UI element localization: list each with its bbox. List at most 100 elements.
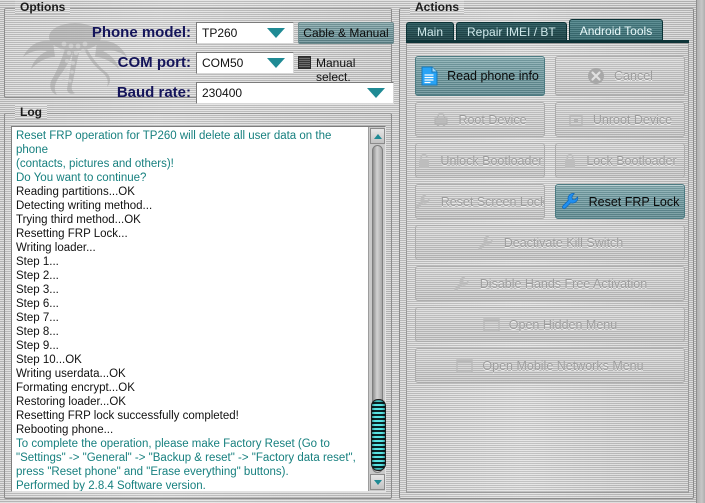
window-icon xyxy=(483,317,500,332)
reset-screen-lock-button: Reset Screen Lock xyxy=(415,184,545,219)
wrench-icon xyxy=(477,234,495,252)
scroll-down-button[interactable] xyxy=(370,474,385,490)
log-line: Performed by 2.8.4 Software version. xyxy=(16,480,206,491)
log-line: To complete the operation, please make F… xyxy=(16,438,359,478)
reset-frp-lock-label: Reset FRP Lock xyxy=(588,194,680,209)
unroot-device-button: Unroot Device xyxy=(555,102,685,137)
log-line: Rebooting phone... xyxy=(16,424,114,436)
deactivate-kill-switch-label: Deactivate Kill Switch xyxy=(503,235,624,250)
triangle-down-icon xyxy=(373,479,382,485)
cable-manual-label: Cable & Manual xyxy=(303,26,389,40)
log-line: Do You want to continue? xyxy=(16,172,147,184)
open-hidden-menu-button: Open Hidden Menu xyxy=(415,307,685,342)
log-line: Reset FRP operation for TP260 will delet… xyxy=(16,130,335,156)
log-scrollbar[interactable] xyxy=(368,127,386,491)
tab-main-label: Main xyxy=(417,25,444,39)
cancel-label: Cancel xyxy=(614,69,653,83)
cancel-x-icon xyxy=(587,67,605,85)
android-tools-panel: Read phone info Cancel Root Device Unroo… xyxy=(406,43,689,493)
log-line: Trying third method...OK xyxy=(16,214,141,226)
open-mobile-networks-menu-button: Open Mobile Networks Menu xyxy=(415,348,685,383)
unroot-device-label: Unroot Device xyxy=(592,112,673,127)
log-line: Restoring loader...OK xyxy=(16,396,126,408)
root-device-label: Root Device xyxy=(458,112,527,127)
read-phone-info-button[interactable]: Read phone info xyxy=(415,56,545,96)
log-line: Step 8... xyxy=(16,326,59,338)
deactivate-kill-switch-button: Deactivate Kill Switch xyxy=(415,225,685,260)
unlock-bootloader-label: Unlock Bootloader xyxy=(440,153,543,168)
lock-icon xyxy=(563,153,577,169)
chevron-down-icon xyxy=(367,88,385,98)
com-port-row: COM port: xyxy=(101,52,191,74)
log-panel: Reset FRP operation for TP260 will delet… xyxy=(11,126,386,492)
open-mobile-networks-menu-label: Open Mobile Networks Menu xyxy=(482,358,644,373)
actions-tabstrip: Main Repair IMEI / BT Android Tools xyxy=(406,19,664,41)
com-port-value: COM50 xyxy=(202,56,244,70)
document-icon xyxy=(421,66,438,86)
log-line: Writing userdata...OK xyxy=(16,368,126,380)
phone-model-label: Phone model: xyxy=(91,24,191,41)
actions-group: Actions Main Repair IMEI / BT Android To… xyxy=(399,0,694,499)
phone-model-row: Phone model: xyxy=(92,22,191,44)
log-line: Detecting writing method... xyxy=(16,200,153,212)
log-line: Step 7... xyxy=(16,312,59,324)
reset-frp-lock-button[interactable]: Reset FRP Lock xyxy=(555,184,685,219)
wrench-icon xyxy=(453,275,471,293)
cancel-button: Cancel xyxy=(555,56,685,96)
lock-bootloader-button: Lock Bootloader xyxy=(555,143,685,178)
scrollbar-thumb[interactable] xyxy=(371,399,386,471)
reset-screen-lock-label: Reset Screen Lock xyxy=(440,194,545,209)
log-group-title: Log xyxy=(15,105,47,119)
log-line: Step 9... xyxy=(16,340,59,352)
log-line: Step 1... xyxy=(16,256,59,268)
wrench-icon xyxy=(561,192,580,211)
tab-repair-imei-bt[interactable]: Repair IMEI / BT xyxy=(456,22,567,41)
tab-android-tools-label: Android Tools xyxy=(579,23,653,38)
log-line: Reading partitions...OK xyxy=(16,186,135,198)
log-line: Step 2... xyxy=(16,270,59,282)
triangle-up-icon xyxy=(373,133,382,139)
log-line: Step 3... xyxy=(16,284,59,296)
com-port-label: COM port: xyxy=(117,54,191,71)
log-group: Log Reset FRP operation for TP260 will d… xyxy=(4,105,392,499)
log-line: Step 6... xyxy=(16,298,59,310)
tab-android-tools[interactable]: Android Tools xyxy=(568,19,664,41)
baud-rate-value: 230400 xyxy=(202,86,243,100)
disable-hands-free-activation-label: Disable Hands Free Activation xyxy=(479,276,648,291)
root-icon xyxy=(433,112,449,127)
disable-hands-free-activation-button: Disable Hands Free Activation xyxy=(415,266,685,301)
scroll-up-button[interactable] xyxy=(370,128,385,144)
lock-bootloader-label: Lock Bootloader xyxy=(586,153,677,168)
unlock-bootloader-button: Unlock Bootloader xyxy=(415,143,545,178)
baud-rate-label: Baud rate: xyxy=(116,84,191,101)
window-icon xyxy=(456,358,474,373)
log-line: Resetting FRP lock successfully complete… xyxy=(16,410,239,422)
log-line: Step 10...OK xyxy=(16,354,82,366)
tab-repair-imei-bt-label: Repair IMEI / BT xyxy=(467,25,556,39)
log-line: Writing loader... xyxy=(16,242,96,254)
log-line: Formating encrypt...OK xyxy=(16,382,135,394)
cable-manual-button[interactable]: Cable & Manual xyxy=(298,22,394,44)
log-text-area[interactable]: Reset FRP operation for TP260 will delet… xyxy=(12,127,368,491)
window-right-edge xyxy=(696,0,705,503)
wrench-icon xyxy=(416,193,432,211)
options-group: Options Phone model: TP260 Cable & Manua… xyxy=(4,0,394,104)
root-device-button: Root Device xyxy=(415,102,545,137)
manual-select-label: Manual select. xyxy=(316,56,356,84)
log-line: Resetting FRP Lock... xyxy=(16,228,128,240)
read-phone-info-label: Read phone info xyxy=(447,69,539,83)
actions-group-title: Actions xyxy=(410,0,464,14)
open-hidden-menu-label: Open Hidden Menu xyxy=(508,317,618,332)
tab-main[interactable]: Main xyxy=(406,22,455,41)
log-line: (contacts, pictures and others)! xyxy=(16,158,174,170)
baud-rate-row: Baud rate: xyxy=(101,82,191,104)
phone-model-value: TP260 xyxy=(202,26,238,40)
chevron-down-icon xyxy=(267,28,285,38)
baud-rate-select[interactable]: 230400 xyxy=(196,82,394,104)
options-group-title: Options xyxy=(15,0,70,14)
unroot-icon xyxy=(568,113,584,127)
manual-select-checkbox[interactable] xyxy=(298,56,311,69)
phone-model-select[interactable]: TP260 xyxy=(196,22,294,44)
com-port-select[interactable]: COM50 xyxy=(196,52,294,74)
unlock-icon xyxy=(417,153,431,169)
